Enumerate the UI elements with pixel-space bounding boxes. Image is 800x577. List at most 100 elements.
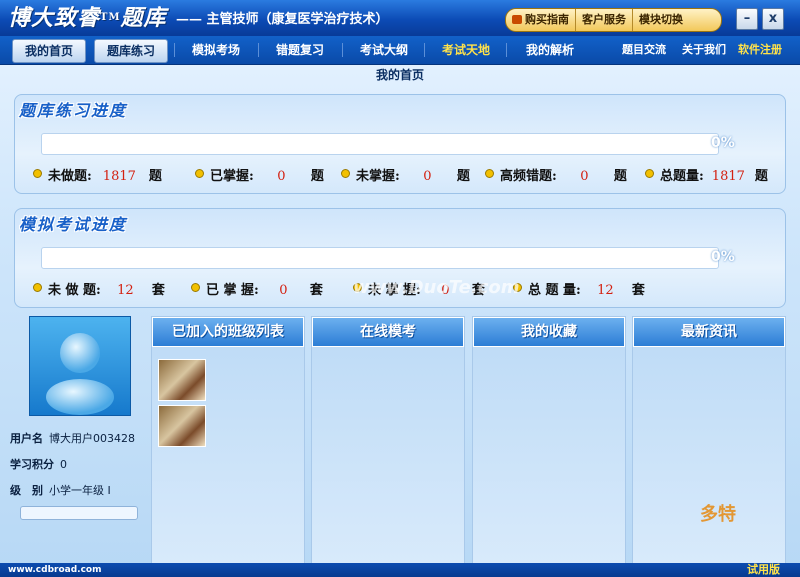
nav-home[interactable]: 我的首页 (12, 39, 86, 63)
practice-percent: 0% (711, 135, 735, 151)
status-bar: www.cdbroad.com 试用版 (0, 563, 800, 577)
stat-unit: 题 (456, 169, 470, 184)
app-subtitle: —— 主管技师（康复医学治疗技术） (176, 12, 389, 27)
online-exam-column: 在线模考 (311, 316, 465, 566)
brand-suffix: 题库 (120, 5, 167, 31)
nav-mock-exam[interactable]: 模拟考场 (180, 39, 252, 61)
watermark-middle: www.DuoTe.com (353, 277, 520, 298)
latest-news-header[interactable]: 最新资讯 (633, 317, 785, 347)
minimize-button[interactable]: – (736, 8, 758, 30)
stat-label: 未 做 题: (48, 283, 101, 298)
user-points-value: 0 (60, 458, 67, 471)
nav-error-review[interactable]: 错题复习 (264, 39, 336, 61)
stat-label: 已 掌 握: (206, 283, 259, 298)
trial-label: 试用版 (747, 563, 780, 576)
brand-name: 博大致睿 (8, 5, 101, 31)
practice-progress-bar (41, 133, 719, 155)
exam-progress-bar (41, 247, 719, 269)
app-window: 博大致睿TM题库 —— 主管技师（康复医学治疗技术） 购买指南 客户服务 模块切… (0, 0, 800, 577)
user-level-progress (20, 506, 138, 520)
favorites-header[interactable]: 我的收藏 (473, 317, 625, 347)
brand-logo: 博大致睿TM题库 (8, 4, 167, 32)
bullet-icon (33, 169, 42, 178)
stat-value: 0 (279, 283, 288, 298)
practice-stat-undone: 未做题: 1817 题 (33, 165, 162, 184)
stat-label: 总 题 量: (528, 283, 581, 298)
stat-label: 未做题: (48, 169, 92, 184)
online-exam-header[interactable]: 在线模考 (312, 317, 464, 347)
exam-percent: 0% (711, 249, 735, 265)
stat-unit: 题 (148, 169, 162, 184)
nav-software-register[interactable]: 软件注册 (738, 39, 782, 61)
module-switch-button[interactable]: 模块切换 (633, 9, 689, 31)
stat-unit: 题 (754, 169, 768, 184)
stat-value: 12 (117, 283, 134, 298)
top-button-group: 购买指南 客户服务 模块切换 (505, 8, 722, 32)
cart-icon (512, 15, 522, 24)
nav-my-analysis[interactable]: 我的解析 (512, 39, 588, 61)
bullet-icon (195, 169, 204, 178)
user-name-label: 用户名 (10, 432, 43, 445)
stat-value: 1817 (711, 169, 745, 184)
nav-about-us[interactable]: 关于我们 (682, 39, 726, 61)
user-level-row: 级 别小学一年级 I (10, 482, 111, 498)
stat-label: 已掌握: (210, 169, 254, 184)
nav-question-practice[interactable]: 题库练习 (94, 39, 168, 63)
user-level-label: 级 别 (10, 484, 43, 497)
exam-stat-mastered: 已 掌 握: 0 套 (191, 279, 323, 298)
practice-progress-title: 题库练习进度 (19, 101, 128, 120)
stat-value: 12 (597, 283, 614, 298)
nav-separator (506, 43, 507, 57)
stat-value: 0 (580, 169, 589, 184)
nav-separator (342, 43, 343, 57)
customer-service-button[interactable]: 客户服务 (576, 9, 633, 31)
bullet-icon (485, 169, 494, 178)
class-list-header[interactable]: 已加入的班级列表 (152, 317, 304, 347)
user-avatar-icon (46, 333, 114, 415)
exam-progress-title: 模拟考试进度 (19, 215, 128, 234)
nav-question-exchange[interactable]: 题目交流 (622, 39, 666, 61)
practice-stats: 未做题: 1817 题 已掌握: 0 题 未掌握: 0 题 高频错题: 0 题 … (33, 165, 783, 184)
practice-progress-panel: 题库练习进度 0% 未做题: 1817 题 已掌握: 0 题 未掌握: 0 题 … (14, 94, 786, 194)
stat-unit: 套 (151, 283, 165, 298)
latest-news-column: 最新资讯 (632, 316, 786, 566)
bullet-icon (341, 169, 350, 178)
buy-guide-label: 购买指南 (525, 13, 569, 26)
buy-guide-button[interactable]: 购买指南 (506, 9, 576, 31)
user-name-value: 博大用户003428 (49, 432, 135, 445)
brand-tm: TM (100, 12, 121, 23)
user-points-row: 学习积分 0 (10, 456, 67, 472)
class-list-column: 已加入的班级列表 (151, 316, 305, 566)
stat-label: 高频错题: (500, 169, 557, 184)
stat-value: 0 (277, 169, 286, 184)
practice-stat-frequent-errors: 高频错题: 0 题 (485, 165, 627, 184)
practice-stat-mastered: 已掌握: 0 题 (195, 165, 324, 184)
stat-unit: 题 (310, 169, 324, 184)
main-nav: 我的首页 题库练习 模拟考场 错题复习 考试大纲 考试天地 我的解析 题目交流 … (0, 36, 800, 65)
class-thumbnail-1[interactable] (158, 359, 206, 401)
stat-value: 0 (423, 169, 432, 184)
exam-stat-total: 总 题 量: 12 套 (513, 279, 645, 298)
exam-stat-undone: 未 做 题: 12 套 (33, 279, 165, 298)
nav-separator (424, 43, 425, 57)
stat-unit: 套 (631, 283, 645, 298)
class-thumbnail-2[interactable] (158, 405, 206, 447)
practice-stat-total: 总题量: 1817 题 (645, 165, 768, 184)
stat-unit: 题 (613, 169, 627, 184)
user-points-label: 学习积分 (10, 458, 54, 471)
nav-exam-outline[interactable]: 考试大纲 (348, 39, 420, 61)
user-name-row: 用户名 博大用户003428 (10, 430, 135, 446)
nav-exam-world[interactable]: 考试天地 (430, 39, 502, 61)
practice-stat-unmastered: 未掌握: 0 题 (341, 165, 470, 184)
stat-label: 未掌握: (356, 169, 400, 184)
user-avatar (29, 316, 131, 416)
footer-url[interactable]: www.cdbroad.com (8, 563, 101, 577)
nav-separator (174, 43, 175, 57)
user-level-value: 小学一年级 I (49, 484, 111, 497)
nav-separator (258, 43, 259, 57)
watermark-corner: 多特 (700, 504, 736, 525)
stat-value: 1817 (102, 169, 136, 184)
stat-unit: 套 (309, 283, 323, 298)
close-button[interactable]: x (762, 8, 784, 30)
bullet-icon (191, 283, 200, 292)
